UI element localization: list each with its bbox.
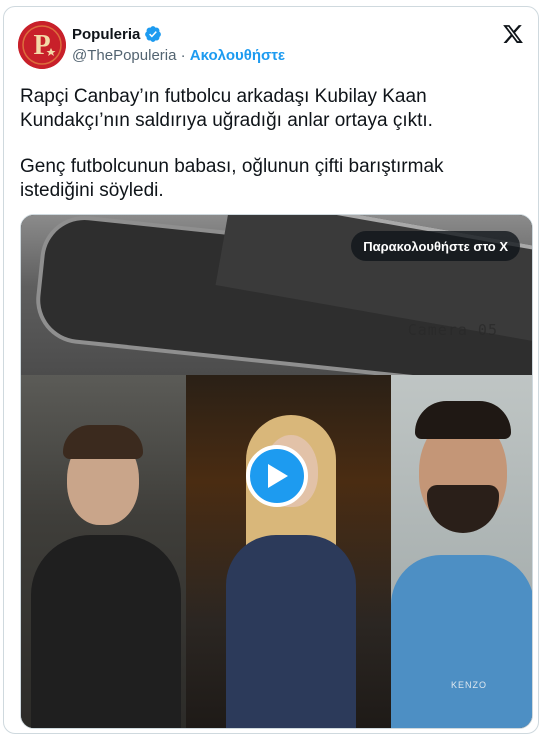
tweet-paragraph-1: Rapçi Canbay’ın futbolcu arkadaşı Kubila… bbox=[20, 86, 433, 131]
photo-panel-right: KENZO bbox=[391, 375, 532, 728]
watch-on-x-button[interactable]: Παρακολουθήστε στο X bbox=[351, 231, 520, 261]
photo-panel-middle bbox=[186, 375, 391, 728]
shirt-brand-text: KENZO bbox=[451, 680, 488, 690]
person-right-shirt bbox=[391, 555, 532, 728]
author-avatar[interactable]: P bbox=[18, 21, 66, 69]
play-button[interactable] bbox=[246, 445, 308, 507]
author-display-name[interactable]: Populeria bbox=[72, 26, 140, 43]
play-icon bbox=[268, 464, 288, 488]
follow-link[interactable]: Ακολουθήστε bbox=[190, 47, 285, 64]
author-name-row: Populeria bbox=[72, 25, 162, 43]
avatar-logo-icon: P bbox=[18, 21, 66, 69]
author-handle[interactable]: @ThePopuleria bbox=[72, 47, 176, 64]
person-right-beard bbox=[427, 485, 499, 533]
x-logo-icon[interactable] bbox=[502, 23, 524, 45]
tweet-paragraph-2: Genç futbolcunun babası, oğlunun çifti b… bbox=[20, 156, 444, 201]
person-mid-dress bbox=[226, 535, 356, 728]
avatar-letter: P bbox=[33, 30, 50, 61]
tweet-card: P Populeria @ThePopuleria · Ακολουθήστε … bbox=[3, 6, 539, 734]
person-left-hair bbox=[63, 425, 143, 459]
person-left-body bbox=[31, 535, 181, 728]
handle-separator: · bbox=[180, 47, 186, 64]
tweet-body: Rapçi Canbay’ın futbolcu arkadaşı Kubila… bbox=[20, 85, 520, 203]
author-handle-row: @ThePopuleria · Ακολουθήστε bbox=[72, 47, 285, 64]
video-media[interactable]: Camera 05 Παρακολουθήστε στο X KENZO bbox=[20, 214, 533, 729]
camera-label: Camera 05 bbox=[407, 321, 498, 339]
verified-badge-icon bbox=[145, 26, 162, 42]
photo-panel-left bbox=[21, 375, 186, 728]
person-right-hair bbox=[415, 401, 511, 439]
